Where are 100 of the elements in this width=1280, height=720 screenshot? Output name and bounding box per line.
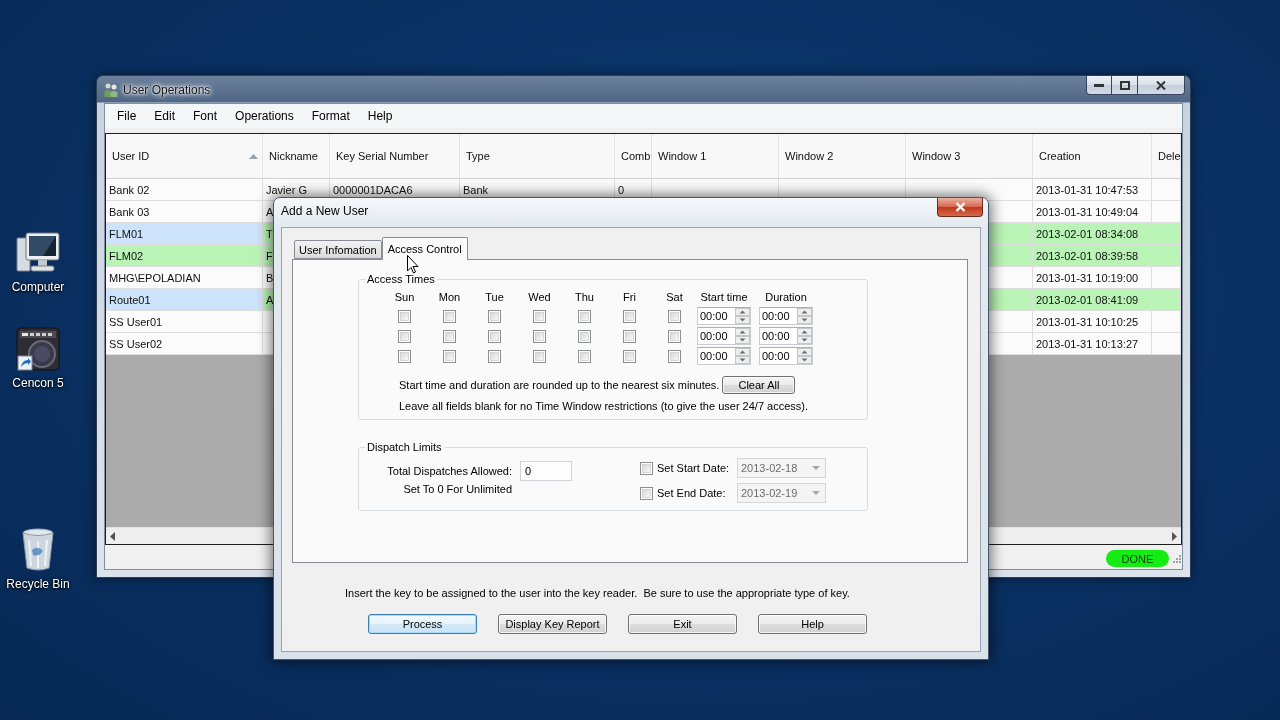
dialog-button[interactable]: Display Key Report <box>498 614 607 634</box>
dialog-button[interactable]: Exit <box>628 614 737 634</box>
column-header[interactable]: Nickname <box>263 134 330 178</box>
caret-icon <box>812 466 820 470</box>
table-cell: Route01 <box>106 289 263 311</box>
note-text: Leave all fields blank for no Time Window restrictions (to give the user 24/7 access). <box>398 399 810 413</box>
checkbox[interactable] <box>533 349 546 363</box>
arrow-left-icon[interactable] <box>110 531 115 541</box>
spinner-arrows-icon[interactable] <box>797 308 812 324</box>
minimize-icon <box>1094 83 1104 87</box>
close-button[interactable] <box>937 198 983 217</box>
lock-device-icon[interactable] <box>14 327 62 371</box>
checkbox[interactable] <box>578 309 591 323</box>
checkbox[interactable] <box>578 349 591 363</box>
time-field[interactable]: 00:00 <box>697 327 751 345</box>
tab[interactable]: Access Control <box>381 237 468 260</box>
checkbox[interactable] <box>533 329 546 343</box>
checkbox[interactable] <box>488 349 501 363</box>
spinner-arrows-icon[interactable] <box>797 328 812 344</box>
column-header[interactable]: Dele <box>1152 134 1181 178</box>
nickname-text: B <box>266 271 274 284</box>
checkbox[interactable] <box>668 349 681 363</box>
time-field[interactable]: 00:00 <box>759 307 813 325</box>
time-field[interactable]: 00:00 <box>697 307 751 325</box>
checkbox[interactable] <box>443 349 456 363</box>
arrow-right-icon[interactable] <box>1172 531 1177 541</box>
checkbox[interactable] <box>488 329 501 343</box>
time-field[interactable]: 00:00 <box>759 327 813 345</box>
close-icon <box>954 202 966 212</box>
time-field[interactable]: 00:00 <box>759 347 813 365</box>
tab[interactable]: User Infomation <box>294 240 382 259</box>
checkbox[interactable] <box>488 309 501 323</box>
maximize-button[interactable] <box>1112 76 1138 95</box>
checkbox[interactable] <box>398 329 411 343</box>
checkbox[interactable] <box>623 349 636 363</box>
column-header[interactable]: User ID <box>106 134 263 178</box>
spinner-arrows-icon[interactable] <box>797 348 812 364</box>
column-header[interactable]: Comb <box>615 134 652 178</box>
note-text: Start time and duration are rounded up to the nearest six minutes. <box>399 378 720 392</box>
nickname-text: A <box>266 205 274 218</box>
nickname-text: F <box>266 249 273 262</box>
checkbox[interactable] <box>533 309 546 323</box>
hint-text: Set To 0 For Unlimited <box>402 482 512 496</box>
table-cell: FLM01 <box>106 223 263 245</box>
spinner-arrows-icon[interactable] <box>735 348 750 364</box>
input-field[interactable]: 0 <box>520 461 572 481</box>
desktop-icon-label[interactable]: Cencon 5 <box>12 376 64 390</box>
checkbox[interactable] <box>623 309 636 323</box>
field-label: Total Dispatches Allowed: <box>386 464 512 478</box>
clear-all-button[interactable]: Clear All <box>722 376 796 394</box>
checkbox[interactable] <box>443 309 456 323</box>
menu-item[interactable]: Edit <box>145 109 185 123</box>
time-field[interactable]: 00:00 <box>697 347 751 365</box>
dialog-button[interactable]: Process <box>368 614 477 634</box>
close-icon <box>1156 80 1166 90</box>
checkbox[interactable] <box>443 329 456 343</box>
column-header[interactable]: Creation <box>1033 134 1152 178</box>
checkbox[interactable] <box>623 329 636 343</box>
people-icon <box>104 81 118 98</box>
trash-bin-icon[interactable] <box>19 528 57 572</box>
nickname-text: T <box>266 227 273 240</box>
close-button[interactable] <box>1138 76 1185 95</box>
checkbox[interactable] <box>668 329 681 343</box>
column-label: Duration <box>764 291 808 303</box>
dialog-title: Add a New User <box>281 204 369 218</box>
spinner-arrows-icon[interactable] <box>735 308 750 324</box>
menu-item[interactable]: Format <box>302 109 359 123</box>
desktop-icon-label[interactable]: Recycle Bin <box>6 577 70 591</box>
window-title: User Operations <box>123 82 211 97</box>
minimize-button[interactable] <box>1086 76 1112 95</box>
menu-item[interactable]: File <box>108 109 146 123</box>
dialog-button[interactable]: Help <box>758 614 867 634</box>
nickname-text: Javier G <box>266 183 307 196</box>
status-indicator: DONE <box>1106 550 1169 567</box>
day-label: Thu <box>574 291 595 303</box>
group-title: Access Times <box>366 272 436 286</box>
instruction-text: Insert the key to be assigned to the user into the key reader. Be sure to use the appropriate type of key. <box>345 586 851 600</box>
day-label: Sun <box>393 291 416 303</box>
day-label: Mon <box>437 291 462 303</box>
column-header[interactable]: Type <box>460 134 615 178</box>
day-label: Sat <box>665 291 684 303</box>
checkbox[interactable] <box>578 329 591 343</box>
resize-grip-icon[interactable] <box>1173 554 1181 563</box>
menu-item[interactable]: Help <box>358 109 402 123</box>
spinner-arrows-icon[interactable] <box>735 328 750 344</box>
day-label: Fri <box>622 291 637 303</box>
nickname-text: A <box>266 293 274 306</box>
checkbox[interactable] <box>398 349 411 363</box>
group-title: Dispatch Limits <box>366 440 443 454</box>
menu-item[interactable]: Font <box>184 109 227 123</box>
computer-icon[interactable] <box>14 231 62 275</box>
menu-item[interactable]: Operations <box>226 109 303 123</box>
checkbox[interactable] <box>398 309 411 323</box>
column-header[interactable]: Window 3 <box>906 134 1033 178</box>
column-header[interactable]: Window 2 <box>779 134 906 178</box>
column-label: Start time <box>699 291 749 303</box>
desktop-icon-label[interactable]: Computer <box>11 280 65 294</box>
checkbox[interactable] <box>668 309 681 323</box>
column-header[interactable]: Key Serial Number <box>330 134 460 178</box>
column-header[interactable]: Window 1 <box>652 134 779 178</box>
